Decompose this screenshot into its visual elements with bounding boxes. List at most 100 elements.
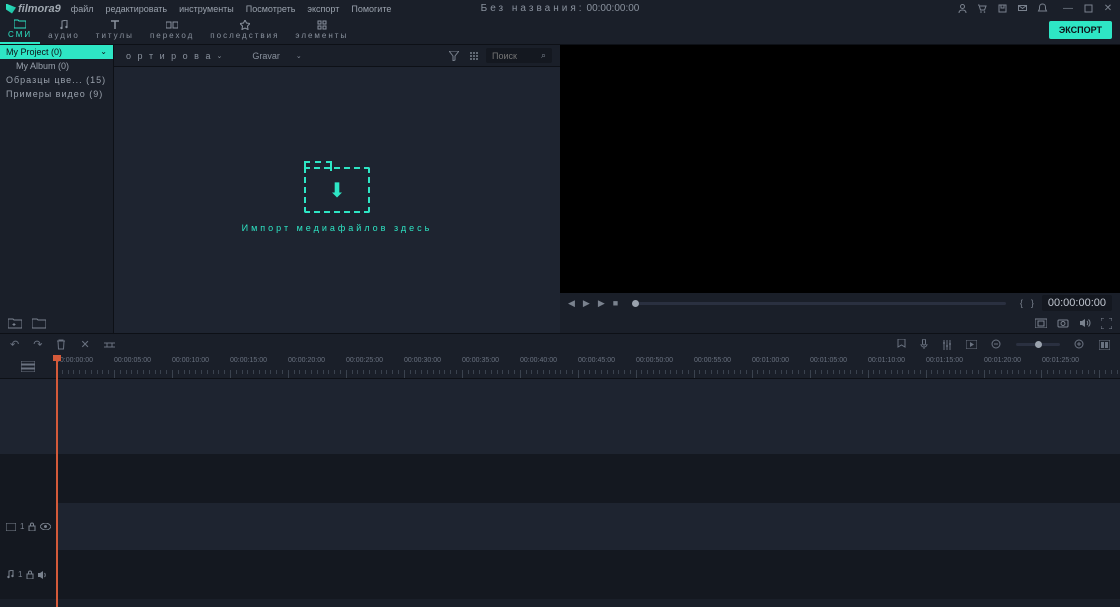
ruler-label: 00:01:00:00 [752,355,810,364]
menu-edit[interactable]: редактировать [106,4,168,14]
marker-icon[interactable] [897,339,906,350]
delete-icon[interactable] [56,339,66,350]
ruler-label: 00:01:15:00 [926,355,984,364]
track-spacer [0,379,1120,455]
ruler-label: 00:01:05:00 [810,355,868,364]
video-track[interactable]: 1 [0,503,1120,551]
zoom-slider[interactable] [1016,343,1060,346]
playhead[interactable] [56,355,58,607]
menu-help[interactable]: Помогите [351,4,391,14]
camera-icon[interactable] [1057,318,1069,328]
minimize-icon[interactable]: — [1062,3,1074,15]
import-folder-icon: ⬇ [304,167,370,213]
save-icon[interactable] [996,3,1008,15]
mixer-icon[interactable] [942,340,952,350]
cart-icon[interactable] [976,3,988,15]
effects-icon [239,20,251,30]
logo-icon [6,4,16,14]
add-folder-icon[interactable] [8,318,22,329]
lock-icon[interactable] [26,570,34,579]
ruler-label: 00:00:05:00 [114,355,172,364]
tab-titles[interactable]: титулы [88,16,142,44]
menu-tools[interactable]: инструменты [179,4,234,14]
elements-icon [316,20,328,30]
timeline-ruler[interactable]: 00:00:00:0000:00:05:0000:00:10:0000:00:1… [56,355,1120,378]
redo-icon[interactable]: ↷ [33,338,42,351]
sidebar-item-myalbum[interactable]: My Album (0) [0,59,113,73]
project-name: Без названия [481,3,579,14]
message-icon[interactable] [1016,3,1028,15]
video-track-label: 1 [0,503,56,550]
split-icon[interactable]: ✕ [80,338,89,351]
folder-icon [14,19,26,29]
ruler-label: 00:00:00:00 [56,355,114,364]
ruler-label: 00:00:30:00 [404,355,462,364]
sidebar-item-examples[interactable]: Примеры видео (9) [0,87,113,101]
import-zone[interactable]: ⬇ Импорт медиафайлов здесь [114,67,560,333]
mark-out-icon[interactable]: } [1031,298,1034,308]
mark-in-icon[interactable]: { [1020,298,1023,308]
snapshot-icon[interactable] [1035,318,1047,328]
ruler-label: 00:00:40:00 [520,355,578,364]
timeline-toolbar: ↶ ↷ ✕ [0,333,1120,355]
zoom-handle[interactable] [1035,341,1042,348]
zoom-in-icon[interactable] [1074,339,1085,350]
video-track-num: 1 [20,522,24,531]
folder-icon[interactable] [32,318,46,329]
ruler-label: 00:01:20:00 [984,355,1042,364]
audio-track[interactable]: 1 [0,551,1120,599]
search-icon[interactable]: ⌕ [541,50,546,61]
undo-icon[interactable]: ↶ [10,338,19,351]
track-manager-icon[interactable] [21,361,35,372]
sidebar-item-myproject[interactable]: My Project (0) ⌄ [0,45,113,59]
next-frame-icon[interactable]: ▶ [598,298,605,309]
sidebar-item-samples[interactable]: Образцы цве... (15) [0,73,113,87]
play-icon[interactable]: ▶ [583,298,590,309]
ruler-label: 00:01:25:00 [1042,355,1100,364]
grid-view-icon[interactable] [469,51,479,61]
close-icon[interactable]: ✕ [1102,3,1114,15]
lock-icon[interactable] [28,522,36,531]
tab-effects[interactable]: последствия [202,16,287,44]
volume-icon[interactable] [1079,318,1091,328]
app-name: filmora9 [18,3,61,15]
music-icon [58,20,70,30]
audio-track-body[interactable] [56,551,1120,598]
eye-icon[interactable] [40,523,51,530]
tabs-row: СМИ аудио титулы переход последствия эле… [0,17,1120,45]
zoom-out-icon[interactable] [991,339,1002,350]
menu-export[interactable]: экспорт [307,4,339,14]
account-icon[interactable] [956,3,968,15]
sort-dropdown[interactable]: о р т и р о в а ⌄ [122,51,228,61]
ruler-label: 00:00:45:00 [578,355,636,364]
speaker-icon[interactable] [38,571,48,579]
zoom-fit-icon[interactable] [1099,340,1110,350]
video-track-body[interactable] [56,503,1120,550]
preview-seek[interactable] [632,302,1006,305]
tab-elements[interactable]: элементы [287,16,356,44]
render-icon[interactable] [966,340,977,349]
tab-transition[interactable]: переход [142,16,202,44]
tab-audio[interactable]: аудио [40,16,88,44]
filter-icon[interactable] [449,51,459,61]
preview-below [560,313,1120,333]
stop-icon[interactable]: ■ [613,298,618,308]
bell-icon[interactable] [1036,3,1048,15]
maximize-icon[interactable] [1082,3,1094,15]
timeline-header: 00:00:00:0000:00:05:0000:00:10:0000:00:1… [0,355,1120,379]
tab-media[interactable]: СМИ [0,16,40,44]
menu-view[interactable]: Посмотреть [246,4,296,14]
timeline-header-left [0,355,56,378]
mic-icon[interactable] [920,339,928,350]
chevron-down-icon: ⌄ [296,52,302,60]
fullscreen-icon[interactable] [1101,318,1112,329]
seek-handle[interactable] [632,300,639,307]
export-button[interactable]: ЭКСПОРТ [1049,21,1112,39]
prev-frame-icon[interactable]: ◀ [568,298,575,309]
search-input[interactable] [492,51,538,61]
menu-file[interactable]: файл [71,4,94,14]
crop-icon[interactable] [104,340,115,350]
gravar-dropdown[interactable]: Gravar ⌄ [248,51,305,61]
app-logo: filmora9 [6,3,61,15]
search-box[interactable]: ⌕ [486,48,552,63]
